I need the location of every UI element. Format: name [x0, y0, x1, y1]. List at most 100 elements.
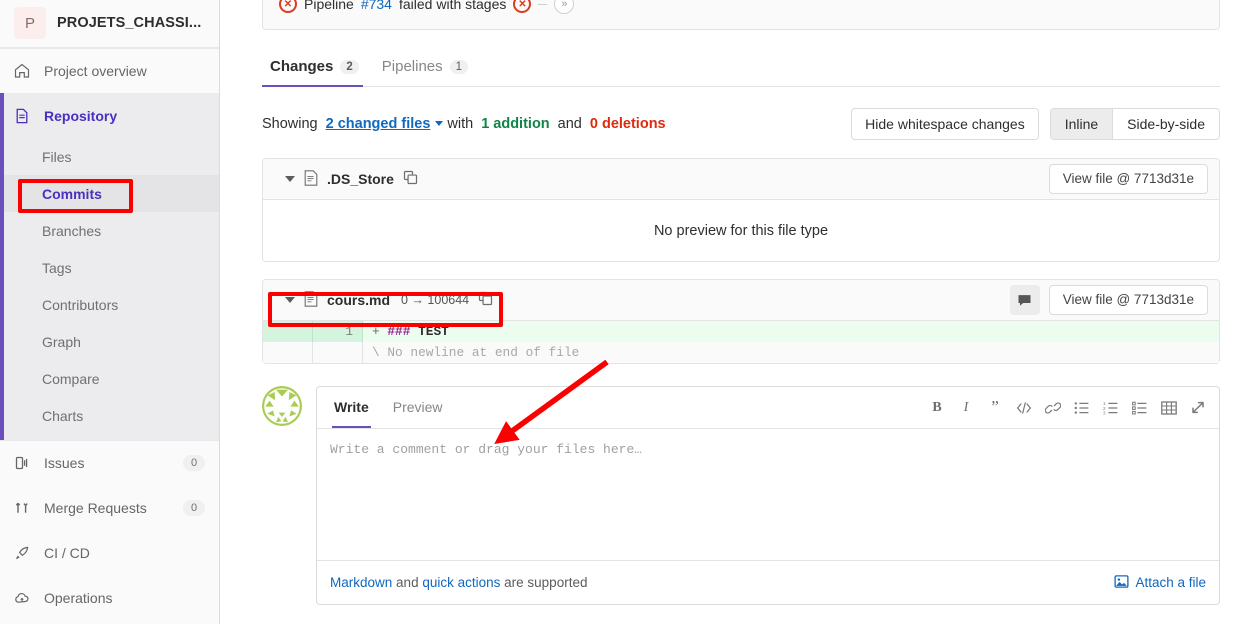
comment-editor-footer: Markdown and quick actions are supported… — [317, 560, 1219, 604]
markdown-heading-marks: ### — [387, 324, 411, 339]
sidebar-item-merge-requests[interactable]: Merge Requests 0 — [0, 485, 219, 530]
sidebar-item-label: Operations — [44, 589, 113, 606]
sidebar-repository-submenu: Files Commits Branches Tags Contributors… — [0, 138, 219, 440]
sidebar-item-compare[interactable]: Compare — [0, 360, 219, 397]
no-preview-message: No preview for this file type — [653, 222, 829, 239]
code-icon[interactable] — [1016, 400, 1032, 416]
diff-gutter-new — [313, 342, 363, 363]
sidebar-item-label: Repository — [44, 107, 118, 124]
italic-icon[interactable]: I — [958, 400, 974, 416]
file-header: .DS_Store View file @ 7713d31e — [263, 159, 1219, 200]
comment-textarea[interactable]: Write a comment or drag your files here… — [317, 429, 1219, 560]
sidebar-item-operations[interactable]: Operations — [0, 575, 219, 620]
tab-preview[interactable]: Preview — [381, 387, 455, 428]
comment-icon[interactable] — [1009, 285, 1040, 315]
diff-view-controls: Hide whitespace changes Inline Side-by-s… — [851, 108, 1220, 140]
sidebar-item-label: CI / CD — [44, 544, 90, 561]
and-label: and — [557, 116, 582, 132]
pipeline-prefix-label: Pipeline — [304, 0, 354, 12]
sidebar-item-label: Project overview — [44, 63, 147, 79]
sidebar-item-project-overview[interactable]: Project overview — [0, 48, 219, 93]
attach-file-button[interactable]: Attach a file — [1114, 574, 1206, 592]
markdown-help-link[interactable]: Markdown — [330, 575, 392, 590]
copy-path-icon[interactable] — [403, 170, 418, 188]
issues-count-badge: 0 — [183, 455, 205, 471]
diff-line-text: + ### TEST — [363, 324, 449, 339]
file-header-actions: View file @ 7713d31e — [1009, 285, 1208, 315]
file-card-cours-md: cours.md 0 → 100644 View file @ 7713d31e… — [262, 279, 1220, 364]
deletions-count: 0 deletions — [589, 116, 666, 132]
file-header: cours.md 0 → 100644 View file @ 7713d31e — [263, 280, 1219, 321]
tab-count-badge: 2 — [340, 59, 359, 74]
sidebar-item-label: Files — [42, 148, 72, 165]
avatar — [262, 386, 302, 426]
link-icon[interactable] — [1045, 400, 1061, 416]
sidebar-item-ci-cd[interactable]: CI / CD — [0, 530, 219, 575]
view-file-button[interactable]: View file @ 7713d31e — [1048, 164, 1208, 194]
diff-content: 1 + ### TEST \ No newline at end of file — [263, 321, 1219, 363]
diff-line-added[interactable]: 1 + ### TEST — [263, 321, 1219, 342]
pipeline-id-link[interactable]: #734 — [361, 0, 392, 12]
pipeline-stage-failed-icon[interactable]: ✕ — [513, 0, 532, 13]
sidebar-item-label: Charts — [42, 407, 84, 424]
home-icon — [14, 63, 30, 79]
copy-path-icon[interactable] — [478, 291, 493, 309]
tab-changes[interactable]: Changes 2 — [262, 58, 374, 87]
chevron-down-icon[interactable] — [435, 121, 444, 126]
tab-pipelines[interactable]: Pipelines 1 — [374, 58, 483, 86]
file-name: cours.md — [327, 292, 391, 308]
diff-marker: + — [372, 324, 380, 339]
table-icon[interactable] — [1161, 400, 1177, 416]
file-mode-change: 0 → 100644 — [401, 293, 470, 307]
view-file-button[interactable]: View file @ 7713d31e — [1048, 285, 1208, 315]
sidebar-item-graph[interactable]: Graph — [0, 323, 219, 360]
sidebar-item-label: Branches — [42, 222, 102, 239]
sidebar-item-contributors[interactable]: Contributors — [0, 286, 219, 323]
project-name: PROJETS_CHASSI... — [57, 15, 202, 31]
bullet-list-icon[interactable] — [1074, 400, 1090, 416]
with-label: with — [447, 116, 474, 132]
tab-label: Pipelines — [381, 58, 443, 75]
sidebar-item-label: Contributors — [42, 296, 119, 313]
diff-gutter-old — [263, 321, 313, 342]
quote-icon[interactable]: ” — [987, 398, 1003, 416]
diff-gutter-old — [263, 342, 313, 363]
diff-gutter-new: 1 — [313, 321, 363, 342]
fullscreen-icon[interactable] — [1190, 400, 1206, 416]
project-header[interactable]: P PROJETS_CHASSI... — [0, 0, 219, 48]
merge-requests-count-badge: 0 — [183, 499, 205, 516]
inline-view-button[interactable]: Inline — [1050, 109, 1113, 139]
side-by-side-view-button[interactable]: Side-by-side — [1112, 109, 1219, 139]
file-type-icon — [304, 290, 318, 310]
sidebar-item-issues[interactable]: Issues 0 — [0, 440, 219, 485]
sidebar-item-label: Commits — [42, 185, 102, 202]
sidebar-item-branches[interactable]: Branches — [0, 212, 219, 249]
sidebar-item-label: Graph — [42, 333, 81, 350]
collapse-caret-icon[interactable] — [285, 297, 295, 303]
chevron-double-right-icon[interactable]: » — [554, 0, 575, 14]
quick-actions-link[interactable]: quick actions — [422, 575, 500, 590]
pipeline-failed-icon: ✕ — [279, 0, 297, 13]
changed-files-dropdown[interactable]: 2 changed files — [326, 116, 431, 132]
sidebar: P PROJETS_CHASSI... Project overview Rep… — [0, 0, 220, 624]
sidebar-item-label: Tags — [42, 259, 72, 276]
sidebar-item-files[interactable]: Files — [0, 138, 219, 175]
numbered-list-icon[interactable]: 123 — [1103, 400, 1119, 416]
hide-whitespace-button[interactable]: Hide whitespace changes — [851, 108, 1039, 140]
task-list-icon[interactable] — [1132, 400, 1148, 416]
tab-write[interactable]: Write — [322, 387, 381, 428]
sidebar-item-commits[interactable]: Commits — [0, 175, 219, 212]
bold-icon[interactable]: B — [929, 400, 945, 416]
sidebar-item-repository[interactable]: Repository — [0, 93, 219, 138]
main-content: ✕ Pipeline #734 failed with stages ✕ » C… — [220, 0, 1236, 624]
svg-text:3: 3 — [1103, 410, 1106, 415]
sidebar-item-charts[interactable]: Charts — [0, 397, 219, 434]
showing-prefix: Showing — [262, 116, 318, 132]
collapse-caret-icon[interactable] — [285, 176, 295, 182]
sidebar-item-tags[interactable]: Tags — [0, 249, 219, 286]
document-icon — [14, 108, 30, 124]
sidebar-item-label: Issues — [44, 455, 85, 471]
sidebar-section-repository: Repository Files Commits Branches Tags C… — [0, 93, 219, 440]
issues-icon — [14, 455, 30, 471]
cloud-icon — [14, 590, 30, 606]
